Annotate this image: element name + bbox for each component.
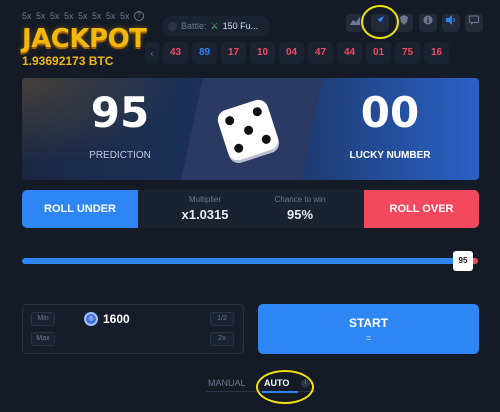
multiplier-item: 5x [106, 11, 116, 21]
multiplier-label: Multiplier [188, 195, 221, 204]
history-item: 75 [395, 42, 420, 64]
half-bet-button[interactable]: 1/2 [210, 312, 234, 326]
bet-amount-input[interactable]: 1600 [103, 312, 130, 326]
history-item: 17 [221, 42, 246, 64]
sword-icon: ⚔ [210, 20, 219, 31]
chance-label: Chance to win [274, 195, 326, 204]
max-bet-button[interactable]: Max [31, 332, 55, 346]
battle-value: 150 Fu... [222, 21, 259, 31]
multiplier-row: 5x 5x 5x 5x 5x 5x 5x 5x ? [22, 11, 144, 21]
history-item: 16 [424, 42, 449, 64]
battle-indicator[interactable]: Battle: ⚔ 150 Fu... [162, 16, 270, 36]
multiplier-value[interactable]: x1.0315 [160, 207, 250, 222]
help-icon[interactable]: ? [134, 11, 144, 21]
roll-history: ‹ 43 89 17 10 04 47 44 01 75 16 [145, 42, 449, 64]
annotation-circle [361, 5, 399, 39]
min-bet-button[interactable]: Min [31, 312, 55, 326]
multiplier-item: 5x [50, 11, 60, 21]
double-bet-button[interactable]: 2x [210, 332, 234, 346]
multiplier-item: 5x [64, 11, 74, 21]
tab-manual[interactable]: MANUAL [208, 378, 246, 388]
jackpot-value: 1.93692173 BTC [22, 54, 114, 68]
history-item: 47 [308, 42, 333, 64]
prediction-value: 95 [90, 88, 150, 137]
annotation-circle [256, 370, 314, 404]
info-icon[interactable] [419, 14, 437, 32]
history-item: 44 [337, 42, 362, 64]
coin-icon: ◎ [84, 312, 98, 326]
lucky-number-label: LUCKY NUMBER [349, 150, 431, 161]
chance-value[interactable]: 95% [255, 207, 345, 222]
jackpot-title: JACKPOT [22, 24, 147, 54]
history-item: 43 [163, 42, 188, 64]
roll-over-button[interactable]: ROLL OVER [364, 190, 479, 228]
slider-thumb[interactable]: 95 [453, 251, 473, 271]
battle-status-icon [168, 21, 177, 31]
prediction-label: PREDICTION [89, 150, 151, 161]
history-item: 10 [250, 42, 275, 64]
multiplier-item: 5x [120, 11, 130, 21]
slider-track[interactable] [22, 258, 478, 264]
multiplier-item: 5x [22, 11, 32, 21]
multiplier-item: 5x [36, 11, 46, 21]
multiplier-item: 5x [92, 11, 102, 21]
history-item: 04 [279, 42, 304, 64]
history-arrow-icon[interactable]: ‹ [145, 42, 159, 64]
history-item: 01 [366, 42, 391, 64]
multiplier-item: 5x [78, 11, 88, 21]
battle-label: Battle: [181, 21, 207, 31]
sound-icon[interactable] [442, 14, 460, 32]
roll-under-button[interactable]: ROLL UNDER [22, 190, 138, 228]
lucky-number-value: 00 [360, 88, 420, 137]
start-button-sub: = [365, 333, 372, 343]
start-button-label: START [348, 316, 389, 330]
history-item: 89 [192, 42, 217, 64]
chat-icon[interactable] [465, 14, 483, 32]
